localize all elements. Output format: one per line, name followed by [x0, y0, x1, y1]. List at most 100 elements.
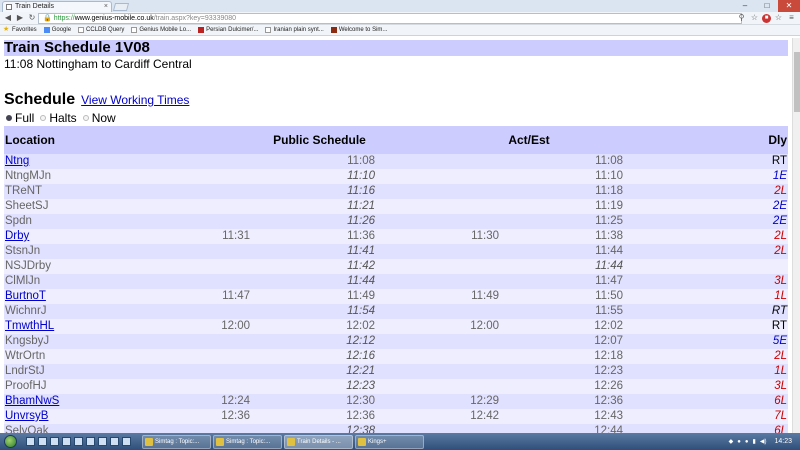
page-icon — [78, 27, 85, 33]
column-header-delay: Dly — [623, 126, 788, 154]
location-cell: StsnJn — [4, 244, 124, 259]
location-cell: TReNT — [4, 184, 124, 199]
location-link[interactable]: TmwthHL — [5, 320, 54, 332]
table-row: TmwthHL 12:00 12:02 12:00 12:02 RT — [4, 319, 788, 334]
media-icon[interactable] — [38, 437, 47, 446]
filter-label: Halts — [49, 110, 77, 125]
taskbar-task[interactable]: Simtag : Topic:... — [142, 434, 211, 449]
scrollbar-thumb[interactable] — [794, 52, 800, 112]
location-cell: WichnrJ — [4, 304, 124, 319]
actual-time-cell: 11:49 — [375, 289, 499, 304]
table-row: SheetSJ 11:21 11:19 2E — [4, 199, 788, 214]
explorer-icon[interactable] — [26, 437, 35, 446]
location-cell: UnvrsyB — [4, 409, 124, 424]
page-scrollbar[interactable] — [792, 38, 800, 433]
bookmark-item[interactable]: CCLDB Query — [78, 27, 124, 33]
volume-icon[interactable]: ◀) — [760, 438, 767, 445]
start-button[interactable] — [0, 433, 20, 450]
close-icon[interactable]: × — [104, 2, 108, 12]
location-link[interactable]: BhamNwS — [5, 395, 59, 407]
clock[interactable]: 14:23 — [774, 438, 792, 445]
public-time-cell — [124, 424, 250, 433]
view-working-times-link[interactable]: View Working Times — [81, 93, 189, 107]
minimize-icon[interactable]: – — [734, 0, 756, 12]
bookmark-item[interactable]: Iranian plain synt... — [265, 27, 324, 33]
table-row: Drby 11:31 11:36 11:30 11:38 2L — [4, 229, 788, 244]
browser-tab-bar: Train Details × – □ ✕ — [0, 0, 800, 12]
schedule-time-cell: 11:54 — [250, 304, 375, 319]
menu-icon[interactable]: ≡ — [786, 13, 797, 24]
table-row: LndrStJ 12:21 12:23 1L — [4, 364, 788, 379]
maximize-icon[interactable]: □ — [756, 0, 778, 12]
window-close-icon[interactable]: ✕ — [778, 0, 800, 12]
location-link[interactable]: BurtnoT — [5, 290, 46, 302]
google-icon — [43, 27, 50, 33]
estimated-time-cell: 11:19 — [499, 199, 623, 214]
filter-radio-halts[interactable]: Halts — [40, 110, 77, 125]
actual-time-cell: 12:29 — [375, 394, 499, 409]
back-icon[interactable]: ◀ — [3, 13, 13, 23]
radio-button-icon[interactable] — [82, 114, 89, 121]
estimated-time-cell: 11:47 — [499, 274, 623, 289]
filter-radio-full[interactable]: Full — [6, 111, 34, 125]
filter-radio-now[interactable]: Now — [82, 111, 116, 125]
browser-tab[interactable]: Train Details × — [2, 1, 112, 12]
radio-button-icon[interactable] — [40, 114, 47, 121]
tray-icon[interactable]: ● — [745, 439, 749, 445]
estimated-time-cell: 12:36 — [499, 394, 623, 409]
location-link[interactable]: Drby — [5, 230, 29, 242]
location-link[interactable]: UnvrsyB — [5, 410, 48, 422]
bookmark-item[interactable]: Genius Mobile Lo... — [131, 27, 191, 33]
schedule-time-cell: 12:23 — [250, 379, 375, 394]
location-cell: TmwthHL — [4, 319, 124, 334]
estimated-time-cell: 12:23 — [499, 364, 623, 379]
taskbar-task[interactable]: Kings+ — [355, 434, 424, 449]
taskbar-task[interactable]: Train Details - ... — [284, 434, 353, 449]
app-icon[interactable] — [74, 437, 83, 446]
star-icon[interactable]: ☆ — [773, 13, 784, 24]
app-icon[interactable] — [98, 437, 107, 446]
public-time-cell — [124, 199, 250, 214]
delay-cell: 2E — [623, 199, 788, 214]
tray-icon[interactable]: ● — [737, 439, 741, 445]
delay-cell: 3L — [623, 274, 788, 289]
taskbar-task[interactable]: Simtag : Topic:... — [213, 434, 282, 449]
actual-time-cell — [375, 154, 499, 169]
schedule-time-cell: 11:21 — [250, 199, 375, 214]
new-tab-button[interactable] — [112, 3, 130, 11]
search-icon[interactable]: ⚲ — [736, 13, 747, 24]
train-route-subtitle: 11:08 Nottingham to Cardiff Central — [4, 57, 192, 71]
forward-icon[interactable]: ▶ — [15, 13, 25, 23]
tray-icon[interactable]: ◆ — [729, 438, 734, 445]
location-cell: LndrStJ — [4, 364, 124, 379]
radio-button-icon[interactable] — [6, 114, 12, 121]
column-header-public-schedule: Public Schedule — [124, 126, 375, 154]
app-icon[interactable] — [110, 437, 119, 446]
address-bar[interactable]: 🔒 https://www.genius-mobile.co.uk/train.a… — [38, 13, 742, 24]
actual-time-cell — [375, 214, 499, 229]
delay-cell: RT — [623, 304, 788, 319]
ie-icon[interactable] — [50, 437, 59, 446]
schedule-time-cell: 11:08 — [250, 154, 375, 169]
bookmark-star-icon[interactable]: ☆ — [749, 13, 760, 24]
page-content: Train Schedule 1V08 11:08 Nottingham to … — [0, 38, 792, 433]
actual-time-cell — [375, 364, 499, 379]
chrome-icon[interactable] — [86, 437, 95, 446]
bookmark-maroon-icon — [330, 27, 337, 33]
delay-cell: RT — [623, 319, 788, 334]
public-time-cell: 12:36 — [124, 409, 250, 424]
bookmark-item[interactable]: Persian Dulcimer/... — [198, 27, 258, 33]
app-icon — [216, 437, 224, 446]
bookmark-item[interactable]: ★ Favorites — [3, 26, 37, 33]
windows-taskbar: Simtag : Topic:... Simtag : Topic:... Trai… — [0, 433, 800, 450]
bookmark-item[interactable]: Welcome to Sim... — [330, 27, 387, 33]
stop-icon[interactable]: ■ — [762, 14, 771, 23]
location-cell: NSJDrby — [4, 259, 124, 274]
reload-icon[interactable]: ↻ — [27, 13, 37, 23]
app-icon[interactable] — [122, 437, 131, 446]
bookmark-item[interactable]: Google — [43, 27, 71, 33]
network-icon[interactable]: ▮ — [753, 438, 756, 445]
estimated-time-cell: 11:50 — [499, 289, 623, 304]
location-link[interactable]: Ntng — [5, 155, 29, 167]
desktop-icon[interactable] — [62, 437, 71, 446]
